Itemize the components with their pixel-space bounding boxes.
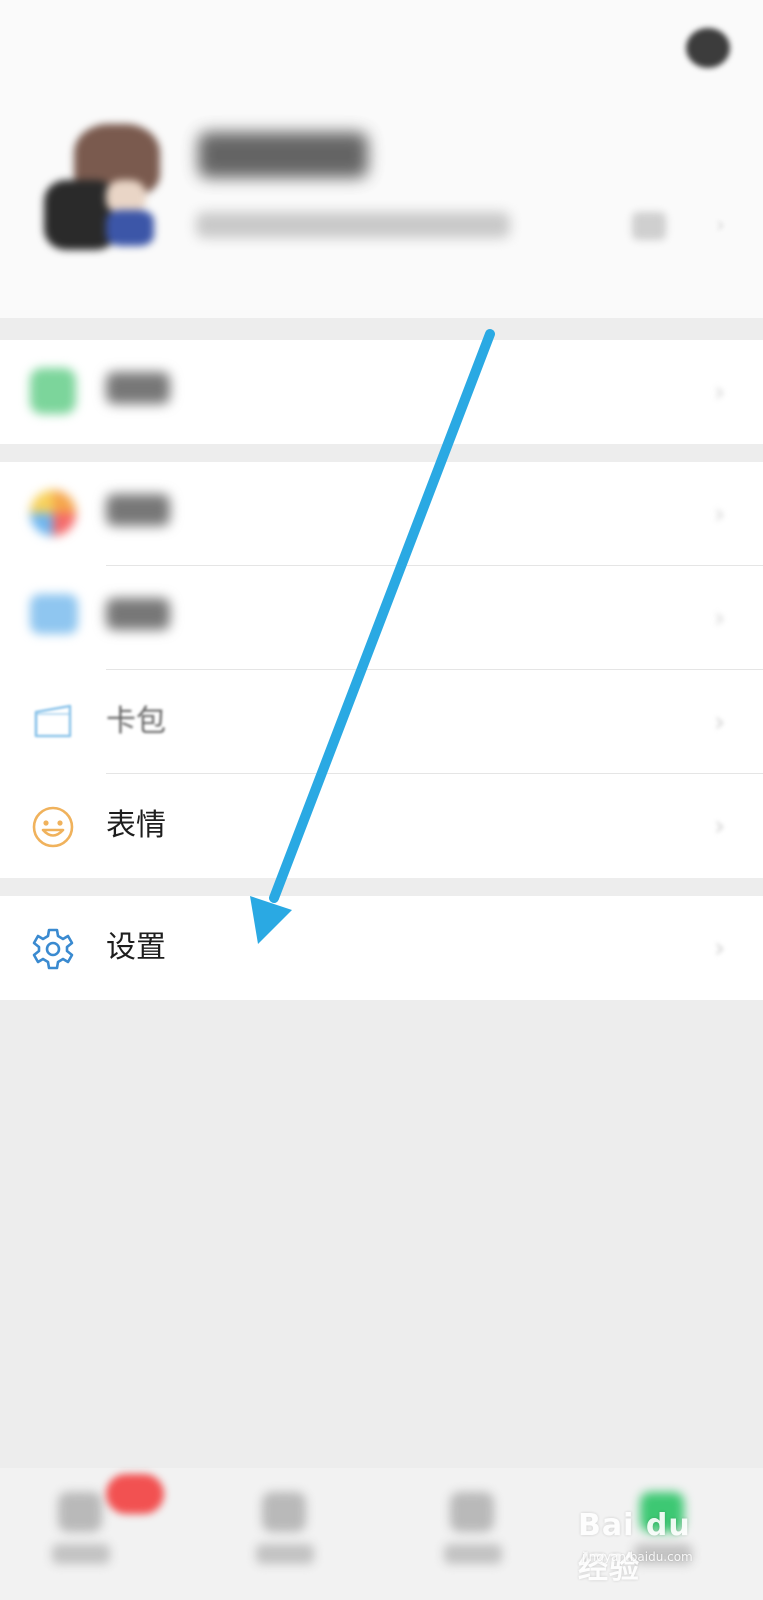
baidu-jingyan-watermark: Bai du 经验 jingyan.baidu.com (578, 1506, 728, 1586)
chevron-right-icon: › (714, 705, 726, 738)
tab-discover[interactable] (400, 1468, 550, 1600)
menu-item-favorites[interactable]: › (0, 462, 763, 566)
chevron-right-icon: › (714, 497, 726, 530)
gear-icon (30, 926, 76, 972)
menu-item-pay[interactable]: › (0, 340, 763, 444)
menu-item-settings[interactable]: 设置 › (0, 896, 763, 1000)
menu-item-stickers[interactable]: 表情 › (0, 774, 763, 878)
pay-icon (30, 368, 76, 414)
menu-item-pay-label (106, 372, 170, 404)
qr-code-icon[interactable] (632, 212, 666, 240)
menu-item-card-pack-label: 卡包 (106, 704, 166, 739)
chevron-right-icon: › (714, 809, 726, 842)
menu-item-stickers-label: 表情 (106, 808, 166, 843)
profile-header[interactable]: › (0, 0, 763, 318)
chevron-right-icon: › (714, 931, 726, 964)
menu-item-settings-label: 设置 (106, 930, 166, 965)
unread-badge (106, 1474, 164, 1514)
tab-contacts[interactable] (212, 1468, 362, 1600)
avatar[interactable] (44, 124, 162, 252)
menu-item-favorites-label (106, 494, 170, 526)
menu-item-album[interactable]: › (0, 566, 763, 670)
watermark-url: jingyan.baidu.com (582, 1550, 693, 1564)
menu-item-card-pack[interactable]: 卡包 › (0, 670, 763, 774)
chevron-right-icon: › (716, 213, 725, 238)
card-icon (30, 700, 76, 746)
favorites-icon (30, 490, 76, 536)
chevron-right-icon: › (714, 375, 726, 408)
watermark-brand: Bai du 经验 (578, 1508, 691, 1586)
menu-item-album-label (106, 598, 170, 630)
account-id-blurred (196, 212, 510, 238)
nickname-blurred (198, 132, 368, 178)
camera-icon[interactable] (686, 28, 730, 68)
smiley-icon (30, 804, 76, 850)
chevron-right-icon: › (714, 601, 726, 634)
album-icon (30, 594, 78, 640)
